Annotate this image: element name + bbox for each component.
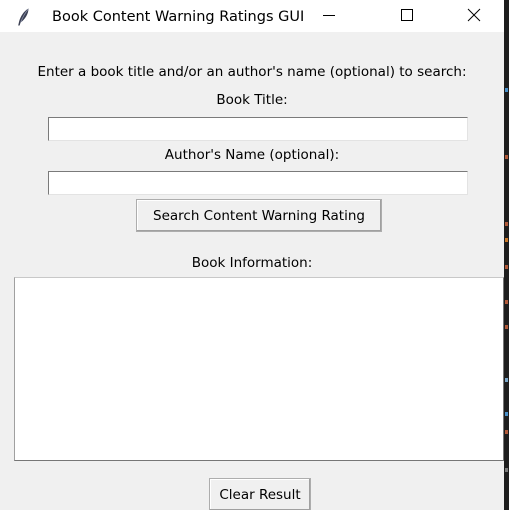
- maximize-button[interactable]: [384, 0, 430, 32]
- background-app-strip: [504, 0, 509, 510]
- maximize-icon: [400, 7, 414, 26]
- close-icon: [467, 7, 481, 26]
- minimize-icon: [322, 7, 336, 26]
- app-window: Book Content Warning Ratings GUI Enter a…: [0, 0, 504, 510]
- book-information-label: Book Information:: [191, 255, 313, 271]
- clear-result-button[interactable]: Clear Result: [209, 478, 311, 510]
- close-button[interactable]: [451, 0, 497, 32]
- minimize-button[interactable]: [306, 0, 352, 32]
- window-title: Book Content Warning Ratings GUI: [52, 9, 305, 25]
- instructions-label: Enter a book title and/or an author's na…: [37, 64, 467, 80]
- book-title-label: Book Title:: [216, 92, 288, 108]
- title-bar[interactable]: Book Content Warning Ratings GUI: [0, 0, 504, 32]
- author-name-label: Author's Name (optional):: [164, 147, 340, 163]
- feather-icon: [12, 6, 34, 28]
- search-button[interactable]: Search Content Warning Rating: [136, 199, 382, 232]
- book-title-input[interactable]: [48, 117, 468, 141]
- author-name-input[interactable]: [48, 171, 468, 195]
- book-information-textbox[interactable]: [14, 277, 504, 461]
